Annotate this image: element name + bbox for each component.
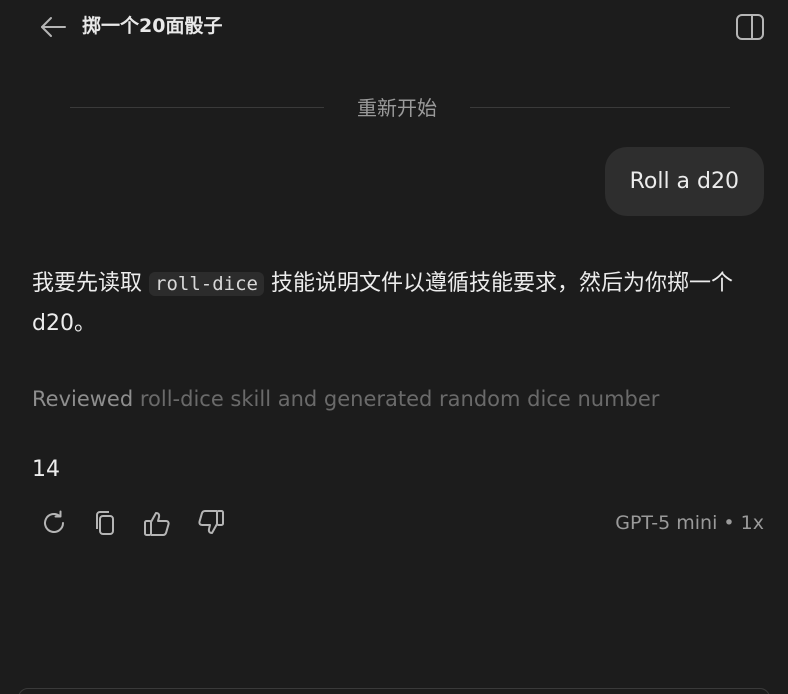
like-button[interactable] (140, 505, 176, 541)
header: 掷一个20面骰子 (0, 0, 788, 52)
regenerate-button[interactable] (36, 505, 72, 541)
copy-icon (92, 509, 120, 537)
arrow-left-icon (39, 15, 67, 39)
thumbs-up-icon (143, 509, 173, 537)
sidebar-toggle-button[interactable] (734, 12, 766, 42)
reviewed-summary[interactable]: Reviewed roll-dice skill and generated r… (32, 384, 659, 414)
assistant-text-before-code: 我要先读取 (32, 271, 149, 296)
copy-button[interactable] (88, 505, 124, 541)
restart-label[interactable]: 重新开始 (324, 94, 470, 122)
dice-result: 14 (32, 457, 60, 482)
reviewed-detail: roll-dice skill and generated random dic… (133, 387, 660, 411)
dislike-button[interactable] (192, 505, 228, 541)
reviewed-verb: Reviewed (32, 387, 134, 411)
refresh-icon (40, 509, 68, 537)
inline-code: roll-dice (149, 272, 264, 296)
user-message-text: Roll a d20 (629, 169, 739, 194)
composer-edge (18, 688, 770, 694)
divider-line (470, 107, 730, 108)
assistant-message-text: 我要先读取 roll-dice 技能说明文件以遵循技能要求，然后为你掷一个 d2… (32, 264, 762, 344)
sidebar-toggle-icon (735, 13, 765, 41)
restart-divider: 重新开始 (70, 94, 730, 122)
message-actions (36, 505, 244, 541)
page-title: 掷一个20面骰子 (82, 15, 223, 37)
divider-line (70, 107, 324, 108)
model-info[interactable]: GPT-5 mini • 1x (615, 509, 764, 537)
chat-window: 掷一个20面骰子 重新开始 Roll a d20 我要先读取 roll-dice… (0, 0, 788, 694)
back-button[interactable] (36, 10, 70, 44)
thumbs-down-icon (195, 509, 225, 537)
user-message-bubble: Roll a d20 (604, 147, 764, 216)
